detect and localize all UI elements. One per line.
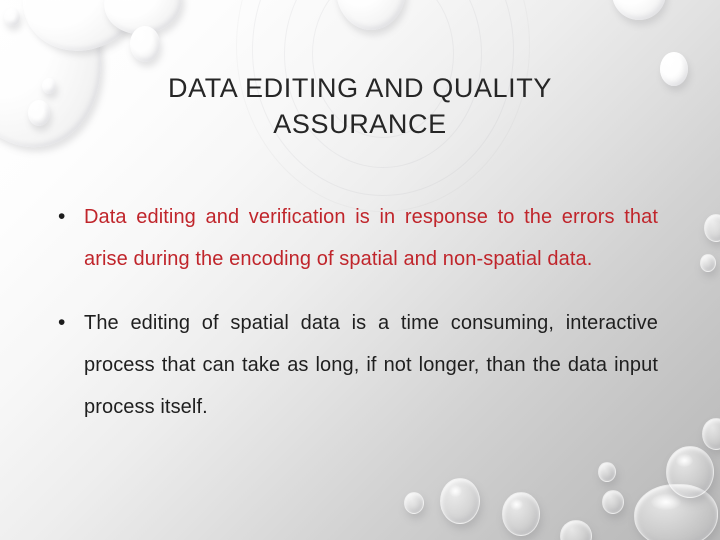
water-droplet-icon xyxy=(666,446,714,498)
water-droplet-icon xyxy=(130,26,160,62)
water-droplet-icon xyxy=(502,492,540,536)
water-droplet-icon xyxy=(99,0,187,41)
water-droplet-icon xyxy=(440,478,480,524)
water-droplet-icon xyxy=(702,418,720,450)
slide-body: • Data editing and verification is in re… xyxy=(54,196,658,428)
list-item-text: The editing of spatial data is a time co… xyxy=(84,312,658,418)
list-item: • Data editing and verification is in re… xyxy=(54,196,658,280)
water-droplet-icon xyxy=(598,462,616,482)
water-droplet-icon xyxy=(336,0,406,30)
water-droplet-icon xyxy=(660,52,688,86)
water-droplet-icon xyxy=(4,8,20,26)
water-droplet-icon xyxy=(28,100,50,126)
water-droplet-icon xyxy=(634,484,718,540)
water-droplet-icon xyxy=(42,78,56,94)
water-droplet-icon xyxy=(560,520,592,540)
water-droplet-icon xyxy=(700,254,716,272)
water-droplet-icon xyxy=(7,0,157,68)
water-droplet-icon xyxy=(404,492,424,514)
slide-canvas: DATA EDITING AND QUALITY ASSURANCE • Dat… xyxy=(0,0,720,540)
list-item: • The editing of spatial data is a time … xyxy=(54,302,658,428)
bullet-dot-icon: • xyxy=(58,311,66,334)
water-droplet-icon xyxy=(704,214,720,242)
water-droplet-icon xyxy=(612,0,666,20)
list-item-text: Data editing and verification is in resp… xyxy=(84,206,658,270)
water-droplet-icon xyxy=(602,490,624,514)
bullet-dot-icon: • xyxy=(58,205,66,228)
page-title: DATA EDITING AND QUALITY ASSURANCE xyxy=(168,73,552,139)
